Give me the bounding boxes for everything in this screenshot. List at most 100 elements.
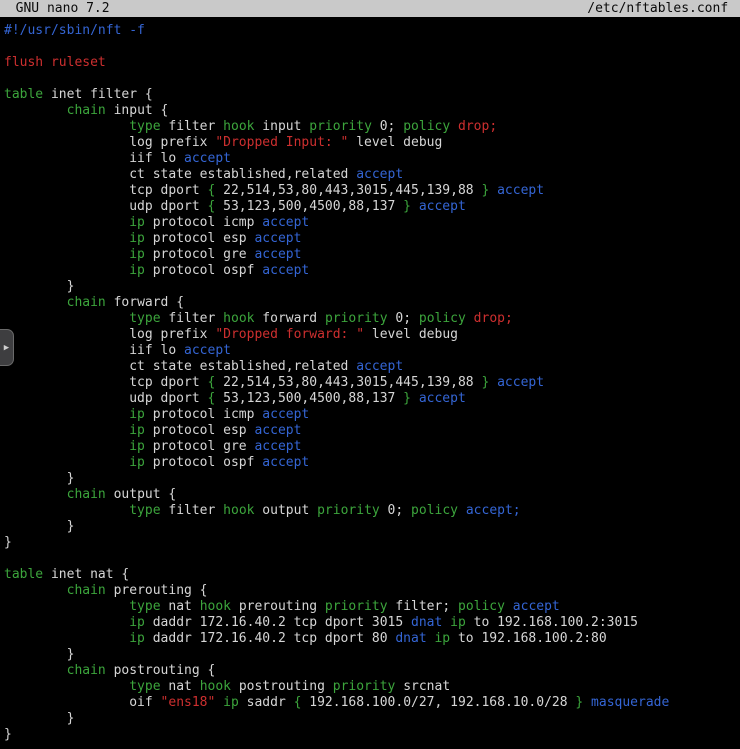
code-line: ip protocol icmp accept: [4, 407, 740, 423]
code-token: filter: [161, 311, 224, 326]
code-token: }: [403, 199, 411, 214]
code-token: level debug: [364, 327, 458, 342]
code-token: output {: [106, 487, 176, 502]
code-line: chain postrouting {: [4, 663, 740, 679]
code-token: input: [254, 119, 309, 134]
code-token: accept: [262, 407, 309, 422]
code-token: [4, 231, 129, 246]
code-token: udp dport: [4, 391, 208, 406]
code-line: [4, 39, 740, 55]
code-line: oif "ens18" ip saddr { 192.168.100.0/27,…: [4, 695, 740, 711]
nano-app-title: GNU nano 7.2: [0, 0, 110, 17]
code-line: }: [4, 519, 740, 535]
code-token: hook: [200, 679, 231, 694]
code-token: protocol gre: [145, 247, 255, 262]
code-token: hook: [200, 599, 231, 614]
code-token: ip: [434, 631, 450, 646]
code-token: postrouting {: [106, 663, 216, 678]
code-token: [4, 119, 129, 134]
code-token: accept: [513, 599, 560, 614]
code-token: flush ruleset: [4, 55, 106, 70]
code-token: [411, 199, 419, 214]
code-token: [450, 119, 458, 134]
code-token: 22,514,53,80,443,3015,445,139,88: [215, 183, 481, 198]
code-token: type: [129, 599, 160, 614]
code-token: }: [4, 647, 74, 662]
code-token: [4, 679, 129, 694]
code-token: }: [403, 391, 411, 406]
code-token: filter;: [388, 599, 458, 614]
code-token: [4, 663, 67, 678]
code-token: postrouting: [231, 679, 333, 694]
code-token: [411, 391, 419, 406]
code-token: priority: [325, 311, 388, 326]
code-token: accept: [356, 359, 403, 374]
code-token: log prefix: [4, 327, 215, 342]
code-token: type: [129, 503, 160, 518]
code-token: protocol ospf: [145, 263, 262, 278]
code-token: [4, 295, 67, 310]
code-token: [4, 247, 129, 262]
code-token: accept: [184, 151, 231, 166]
code-token: dnat: [411, 615, 442, 630]
code-token: priority: [309, 119, 372, 134]
code-token: 53,123,500,4500,88,137: [215, 199, 403, 214]
code-token: filter: [161, 119, 224, 134]
code-token: "ens18": [161, 695, 216, 710]
code-line: }: [4, 647, 740, 663]
code-token: hook: [223, 503, 254, 518]
code-line: chain prerouting {: [4, 583, 740, 599]
code-token: protocol icmp: [145, 407, 262, 422]
code-token: [4, 583, 67, 598]
code-token: policy: [458, 599, 505, 614]
code-token: ip: [129, 247, 145, 262]
editor-area[interactable]: #!/usr/sbin/nft -f flush ruleset table i…: [0, 17, 740, 743]
code-line: }: [4, 471, 740, 487]
code-token: ip: [129, 439, 145, 454]
code-token: priority: [325, 599, 388, 614]
code-token: [583, 695, 591, 710]
code-line: tcp dport { 22,514,53,80,443,3015,445,13…: [4, 375, 740, 391]
code-token: [489, 183, 497, 198]
code-token: 22,514,53,80,443,3015,445,139,88: [215, 375, 481, 390]
code-token: protocol esp: [145, 231, 255, 246]
code-token: 192.168.100.0/27, 192.168.10.0/28: [301, 695, 575, 710]
code-token: prerouting {: [106, 583, 208, 598]
terminal-window: { "window": { "title_left": " GNU nano 7…: [0, 0, 740, 749]
code-token: ip: [129, 263, 145, 278]
code-line: }: [4, 279, 740, 295]
code-token: [4, 423, 129, 438]
code-line: udp dport { 53,123,500,4500,88,137 } acc…: [4, 391, 740, 407]
code-token: accept: [184, 343, 231, 358]
code-token: ip: [129, 231, 145, 246]
code-line: ip daddr 172.16.40.2 tcp dport 3015 dnat…: [4, 615, 740, 631]
code-line: }: [4, 727, 740, 743]
code-token: inet filter {: [43, 87, 153, 102]
nano-filename: /etc/nftables.conf: [587, 0, 736, 17]
code-token: ip: [450, 615, 466, 630]
code-token: hook: [223, 311, 254, 326]
code-token: chain: [67, 103, 106, 118]
sidebar-reveal-handle[interactable]: ▶: [0, 329, 14, 366]
code-token: daddr 172.16.40.2 tcp dport 80: [145, 631, 395, 646]
code-token: accept;: [466, 503, 521, 518]
code-token: accept: [262, 263, 309, 278]
code-token: [442, 615, 450, 630]
code-token: chain: [67, 295, 106, 310]
code-token: [4, 631, 129, 646]
code-token: srcnat: [395, 679, 450, 694]
code-line: }: [4, 535, 740, 551]
code-token: 53,123,500,4500,88,137: [215, 391, 403, 406]
code-token: ip: [129, 215, 145, 230]
code-token: type: [129, 311, 160, 326]
code-token: chain: [67, 583, 106, 598]
code-line: ip protocol gre accept: [4, 247, 740, 263]
code-token: ct state established,related: [4, 167, 356, 182]
code-line: iif lo accept: [4, 343, 740, 359]
code-token: 0;: [388, 311, 419, 326]
code-token: ip: [129, 615, 145, 630]
code-token: saddr: [239, 695, 294, 710]
code-token: accept: [254, 231, 301, 246]
code-line: log prefix "Dropped Input: " level debug: [4, 135, 740, 151]
code-token: masquerade: [591, 695, 669, 710]
